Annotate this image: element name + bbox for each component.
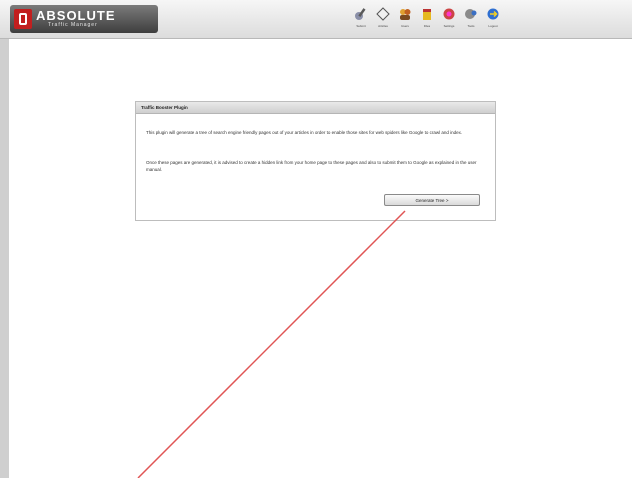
panel-description: This plugin will generate a tree of sear… xyxy=(146,130,463,135)
pen-icon xyxy=(355,8,366,20)
toolbar-item-logout[interactable]: Logout xyxy=(482,6,504,34)
logo-mark-icon xyxy=(14,9,32,29)
main-toolbar: Submit Articles Users Files Settings Too… xyxy=(350,6,530,34)
toolbar-label: Logout xyxy=(488,24,498,28)
toolbar-item-users[interactable]: Users xyxy=(394,6,416,34)
diamond-icon xyxy=(376,7,390,21)
toolbar-item-tools[interactable]: Tools xyxy=(460,6,482,34)
top-bar: ABSOLUTE Traffic Manager Submit Articles… xyxy=(0,0,632,39)
gear-icon xyxy=(443,8,455,20)
users-icon xyxy=(400,9,411,20)
panel-instructions: Once these pages are generated, it is ad… xyxy=(146,160,477,172)
exit-icon xyxy=(487,8,499,20)
toolbar-item-articles[interactable]: Articles xyxy=(372,6,394,34)
window-frame xyxy=(0,0,632,478)
box-icon xyxy=(423,9,431,20)
generate-tree-button[interactable]: Generate Tree > xyxy=(384,194,480,206)
traffic-booster-panel: Traffic Booster Plugin This plugin will … xyxy=(135,101,496,221)
toolbar-item-files[interactable]: Files xyxy=(416,6,438,34)
toolbar-item-settings[interactable]: Settings xyxy=(438,6,460,34)
toolbar-item-submit[interactable]: Submit xyxy=(350,6,372,34)
logo-subtitle: Traffic Manager xyxy=(48,22,98,28)
app-logo[interactable]: ABSOLUTE Traffic Manager xyxy=(10,5,158,33)
wrench-icon xyxy=(465,9,477,19)
panel-title: Traffic Booster Plugin xyxy=(136,102,495,114)
logo-title: ABSOLUTE xyxy=(36,8,116,23)
